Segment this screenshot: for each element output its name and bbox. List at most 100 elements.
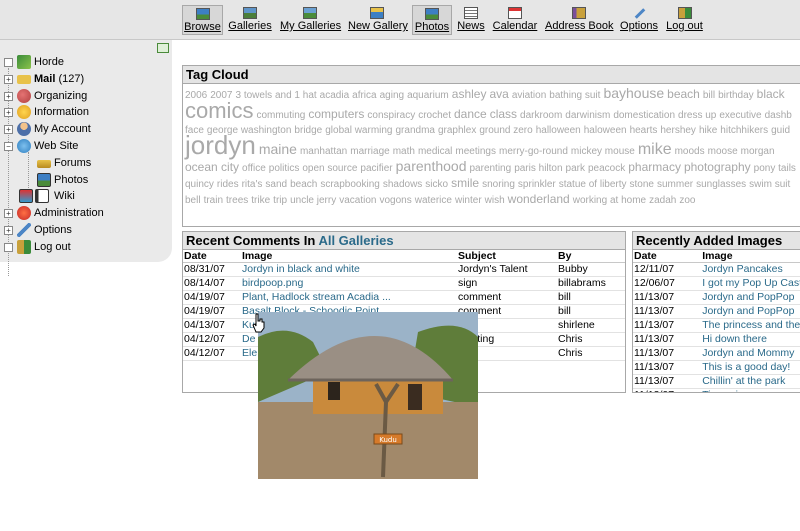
image-link[interactable]: Jordyn and PopPop	[701, 290, 800, 305]
tag-link[interactable]: working at home	[573, 195, 646, 206]
tag-link[interactable]: commuting	[256, 110, 305, 121]
image-link[interactable]: Jordyn Pancakes	[701, 262, 800, 277]
sidebar-item-horde[interactable]: Horde	[4, 54, 172, 71]
tag-link[interactable]: guid	[771, 125, 790, 136]
tag-link[interactable]: park	[566, 163, 585, 174]
photos-button[interactable]: Photos	[412, 5, 452, 35]
tag-link[interactable]: wish	[485, 195, 505, 206]
expand-icon[interactable]: +	[4, 209, 13, 219]
tag-link[interactable]: trip	[273, 195, 287, 206]
tag-link[interactable]: peacock	[588, 163, 625, 174]
collapse-icon[interactable]: −	[4, 141, 13, 151]
address-book-button[interactable]: Address Book	[545, 5, 613, 35]
tag-link[interactable]: computers	[308, 107, 364, 121]
image-link[interactable]: The princess and the	[701, 318, 800, 333]
tag-link[interactable]: maine	[259, 141, 297, 157]
collapse-sidebar-icon[interactable]	[157, 43, 169, 53]
tag-link[interactable]: halloween	[536, 125, 581, 136]
tag-link[interactable]: meetings	[455, 146, 496, 157]
tag-link[interactable]: class	[490, 107, 517, 121]
tag-link[interactable]: bill	[703, 90, 715, 101]
tag-link[interactable]: dress up	[678, 110, 716, 121]
tag-link[interactable]: paris hilton	[514, 163, 562, 174]
image-link[interactable]: Hi down there	[701, 332, 800, 347]
tag-link[interactable]: merry-go-round	[499, 146, 568, 157]
tag-link[interactable]: aging	[380, 90, 404, 101]
tag-link[interactable]: hike	[699, 125, 717, 136]
tag-link[interactable]: office	[242, 163, 266, 174]
tag-link[interactable]: zoo	[679, 195, 695, 206]
image-link[interactable]: This is a good day!	[701, 360, 800, 375]
tag-link[interactable]: train	[204, 195, 223, 206]
browse-button[interactable]: Browse	[182, 5, 223, 35]
tag-link[interactable]: mike	[638, 141, 672, 158]
tag-link[interactable]: pharmacy	[628, 160, 681, 174]
sidebar-item-my-account[interactable]: + My Account	[4, 121, 172, 138]
tag-link[interactable]: domestication	[613, 110, 675, 121]
tag-link[interactable]: sand	[265, 179, 287, 190]
tag-link[interactable]: ava	[489, 87, 508, 101]
tag-link[interactable]: zadah	[649, 195, 676, 206]
tag-link[interactable]: jordyn	[185, 130, 256, 160]
tag-link[interactable]: manhattan	[300, 146, 347, 157]
tag-link[interactable]: smile	[451, 176, 479, 190]
tag-link[interactable]: dashb	[765, 110, 792, 121]
tag-link[interactable]: rita's	[242, 179, 263, 190]
tag-link[interactable]: vogons	[379, 195, 411, 206]
tag-link[interactable]: moose	[708, 146, 738, 157]
tag-link[interactable]: pony tails	[754, 163, 796, 174]
tag-link[interactable]: shadows	[383, 179, 422, 190]
tag-link[interactable]: ocean city	[185, 160, 239, 174]
tag-link[interactable]: open source	[302, 163, 357, 174]
tag-link[interactable]: photography	[684, 160, 751, 174]
tag-link[interactable]: aviation	[512, 90, 546, 101]
tag-link[interactable]: global warming	[325, 125, 392, 136]
tag-link[interactable]: morgan	[741, 146, 775, 157]
tag-link[interactable]: politics	[269, 163, 300, 174]
image-link[interactable]: Tire swing	[701, 388, 800, 392]
tag-link[interactable]: graphlex	[438, 125, 476, 136]
tag-link[interactable]: math	[393, 146, 415, 157]
tag-link[interactable]: sprinkler	[518, 179, 556, 190]
tag-link[interactable]: darkroom	[520, 110, 562, 121]
logout-button[interactable]: Log out	[666, 5, 703, 35]
image-link[interactable]: Jordyn and Mommy	[701, 346, 800, 361]
tag-link[interactable]: haloween	[584, 125, 627, 136]
tag-link[interactable]: wonderland	[508, 192, 570, 206]
expand-icon[interactable]: +	[4, 225, 13, 235]
tag-link[interactable]: birthday	[718, 90, 754, 101]
tag-link[interactable]: trees	[226, 195, 248, 206]
sidebar-item-logout[interactable]: Log out	[4, 239, 172, 256]
tag-link[interactable]: bayhouse	[603, 85, 664, 101]
tag-link[interactable]: grandma	[396, 125, 435, 136]
galleries-button[interactable]: Galleries	[228, 5, 272, 35]
sidebar-item-photos[interactable]: Photos	[4, 172, 172, 189]
sidebar-item-options[interactable]: + Options	[4, 222, 172, 239]
tag-link[interactable]: pacifier	[360, 163, 392, 174]
tag-link[interactable]: scrapbooking	[320, 179, 379, 190]
tag-link[interactable]: acadia	[320, 90, 349, 101]
tag-link[interactable]: bathing suit	[549, 90, 600, 101]
tag-link[interactable]: crochet	[418, 110, 451, 121]
tag-link[interactable]: summer	[657, 179, 693, 190]
my-galleries-button[interactable]: My Galleries	[280, 5, 341, 35]
sidebar-item-forums[interactable]: Forums	[4, 155, 172, 172]
tag-link[interactable]: sunglasses	[696, 179, 746, 190]
tag-link[interactable]: rides	[217, 179, 239, 190]
tag-link[interactable]: conspiracy	[367, 110, 415, 121]
tag-link[interactable]: parenting	[469, 163, 511, 174]
tag-link[interactable]: africa	[352, 90, 376, 101]
tag-link[interactable]: uncle jerry	[290, 195, 336, 206]
tag-link[interactable]: quincy	[185, 179, 214, 190]
tag-link[interactable]: hershey	[660, 125, 696, 136]
image-link[interactable]: Chillin' at the park	[701, 374, 800, 389]
tag-link[interactable]: comics	[185, 98, 253, 123]
tag-link[interactable]: trike	[251, 195, 270, 206]
tag-link[interactable]: snoring	[482, 179, 515, 190]
tag-link[interactable]: bridge	[294, 125, 322, 136]
new-gallery-button[interactable]: New Gallery	[348, 5, 408, 35]
tag-link[interactable]: mickey mouse	[571, 146, 635, 157]
tag-link[interactable]: medical	[418, 146, 452, 157]
tag-link[interactable]: stone	[630, 179, 654, 190]
expand-icon[interactable]: +	[4, 125, 13, 135]
